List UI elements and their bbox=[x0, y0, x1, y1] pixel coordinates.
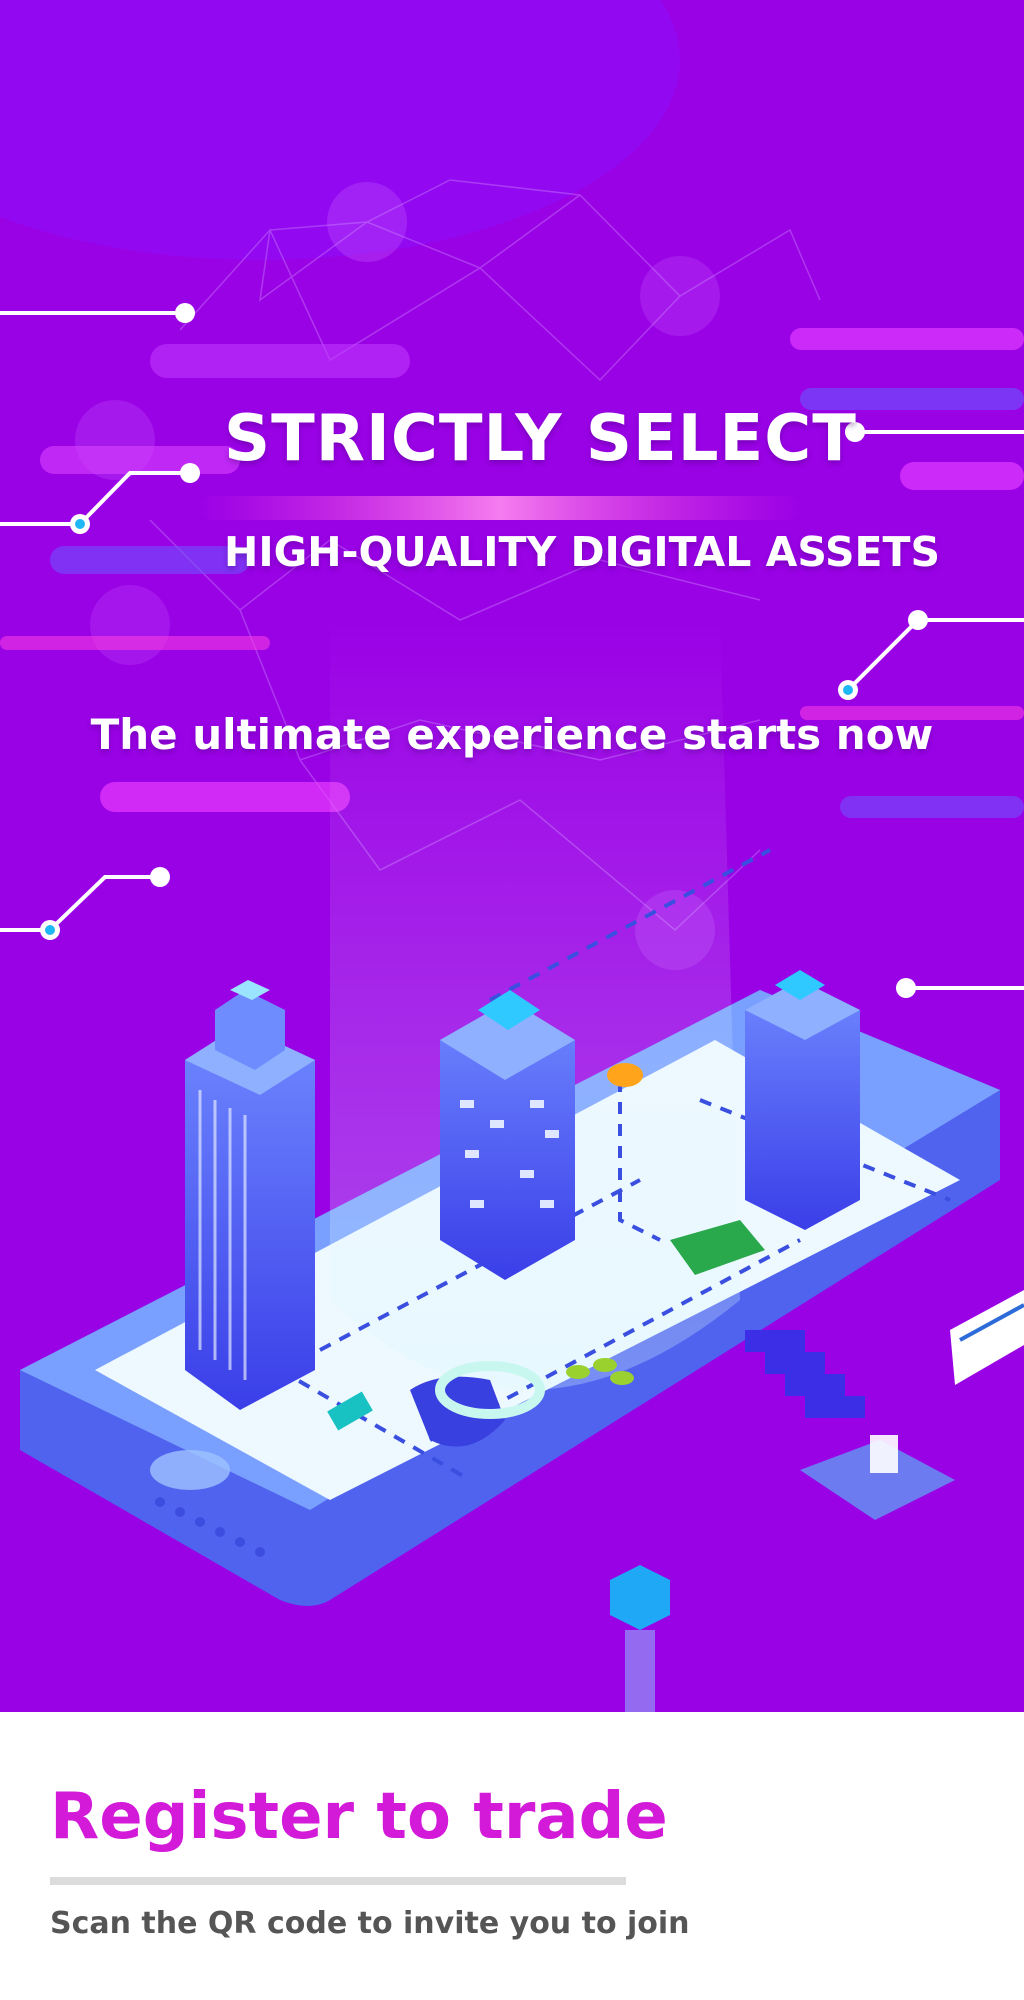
isometric-city-illustration bbox=[0, 0, 1024, 1712]
qr-invite-text: Scan the QR code to invite you to join bbox=[50, 1906, 690, 1941]
footer: Register to trade Scan the QR code to in… bbox=[0, 1712, 1024, 2000]
headline: STRICTLY SELECT bbox=[224, 402, 857, 476]
hero-poster: STRICTLY SELECT HIGH-QUALITY DIGITAL ASS… bbox=[0, 0, 1024, 1712]
subheadline: HIGH-QUALITY DIGITAL ASSETS bbox=[224, 528, 941, 576]
footer-divider bbox=[50, 1877, 626, 1885]
register-cta-title: Register to trade bbox=[50, 1780, 668, 1854]
tagline: The ultimate experience starts now bbox=[90, 710, 934, 759]
